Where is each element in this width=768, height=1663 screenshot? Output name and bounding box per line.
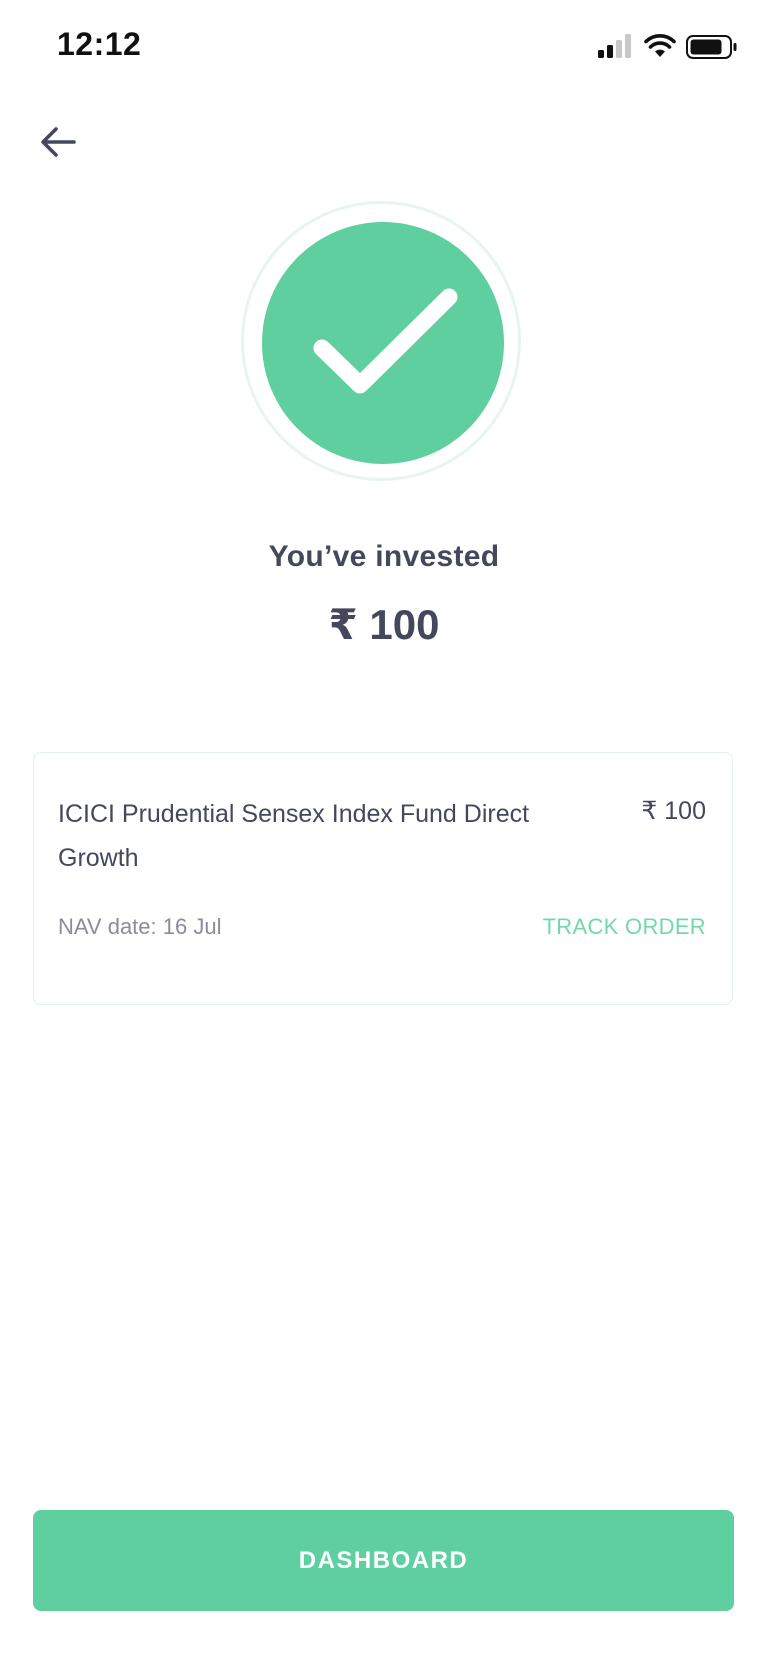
wifi-icon: [644, 34, 676, 57]
status-time: 12:12: [57, 26, 142, 62]
back-arrow-icon[interactable]: [38, 122, 78, 162]
fund-amount: ₹ 100: [641, 797, 706, 825]
invested-amount: ₹ 100: [328, 601, 440, 648]
track-order-link[interactable]: TRACK ORDER: [543, 914, 706, 940]
checkmark-icon: [313, 288, 458, 394]
dashboard-button-label: DASHBOARD: [298, 1546, 469, 1574]
nav-date: NAV date: 16 Jul: [58, 914, 222, 939]
dashboard-button[interactable]: DASHBOARD: [33, 1510, 734, 1611]
battery-icon: [686, 35, 737, 59]
invested-label: You’ve invested: [268, 540, 500, 573]
cellular-signal-icon: [598, 34, 631, 58]
fund-name: ICICI Prudential Sensex Index Fund Direc…: [58, 800, 530, 872]
